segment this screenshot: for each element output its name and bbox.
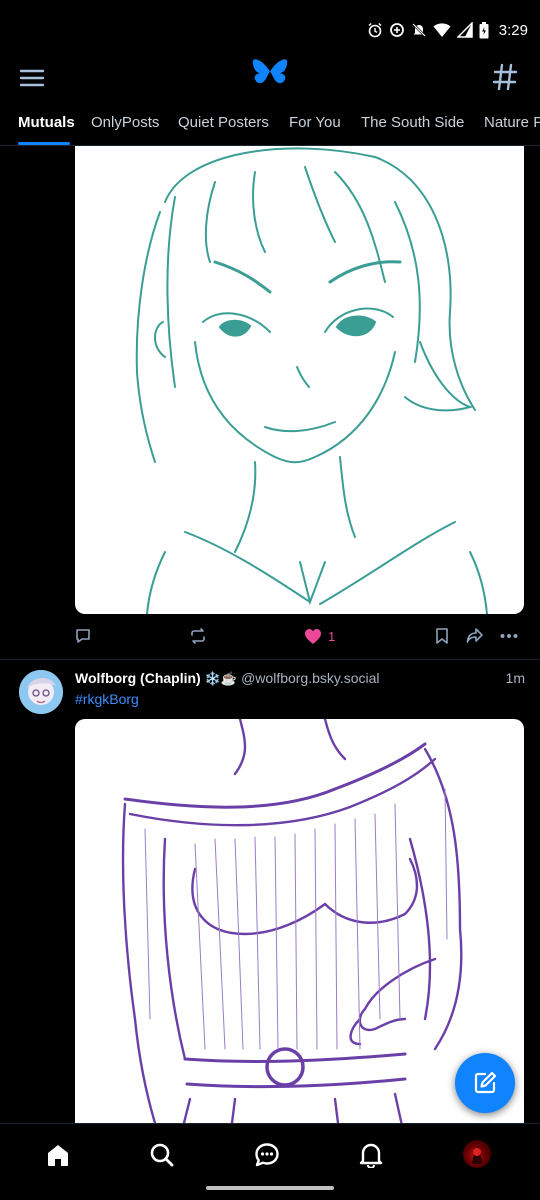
heart-icon (305, 628, 321, 644)
post-actions: 1 (0, 624, 540, 648)
post-image[interactable] (75, 146, 524, 614)
post-time[interactable]: 1m (506, 670, 525, 686)
nav-home[interactable] (43, 1140, 73, 1170)
notifications-icon (359, 1143, 383, 1168)
like-count: 1 (328, 628, 336, 644)
reply-icon (76, 629, 90, 643)
clock: 3:29 (498, 21, 528, 39)
feed: 1 Wolfborg (Chaplin) ❄️☕ @wolfborg.bsky.so… (0, 146, 540, 1123)
bell-off-icon (411, 23, 426, 37)
app-header (0, 56, 540, 100)
status-bar: 3:29 (0, 0, 540, 56)
feed-tabs: Mutuals OnlyPosts Quiet Posters For You … (0, 100, 540, 146)
post-hashtag[interactable]: #rkgkBorg (75, 691, 139, 707)
author-handle[interactable]: @wolfborg.bsky.social (241, 670, 379, 686)
share-icon (466, 628, 483, 643)
profile-avatar[interactable] (463, 1140, 491, 1168)
battery-icon (479, 21, 489, 38)
tab-nature[interactable]: Nature P (484, 114, 540, 131)
more-button[interactable] (500, 626, 518, 646)
repost-icon (191, 628, 205, 644)
bookmark-button[interactable] (434, 626, 450, 646)
profile-avatar-image (472, 1146, 482, 1164)
purple-sketch-drawing (121, 719, 463, 1123)
active-tab-indicator (18, 142, 70, 145)
search-icon (150, 1143, 174, 1167)
nav-search[interactable] (147, 1140, 177, 1170)
share-button[interactable] (466, 626, 484, 646)
hash-icon (492, 63, 518, 91)
author-avatar[interactable] (19, 670, 63, 714)
nav-notifications[interactable] (356, 1140, 386, 1170)
chat-icon (255, 1143, 279, 1167)
post-divider (0, 659, 540, 660)
author-name[interactable]: Wolfborg (Chaplin) (75, 670, 201, 686)
status-icons: 3:29 (367, 18, 528, 42)
alarm-icon (368, 22, 382, 38)
compose-button[interactable] (455, 1053, 515, 1113)
tab-mutuals[interactable]: Mutuals (18, 114, 75, 131)
signal-icon (456, 22, 473, 38)
tab-for-you[interactable]: For You (289, 114, 341, 131)
post-image[interactable] (75, 719, 524, 1123)
like-button[interactable]: 1 (304, 626, 335, 646)
tab-the-south-side[interactable]: The South Side (361, 114, 464, 131)
post-meta: Wolfborg (Chaplin) ❄️☕ @wolfborg.bsky.soci… (75, 670, 525, 690)
bookmark-icon (436, 628, 448, 644)
avatar-image (19, 670, 63, 714)
data-saver-icon (389, 23, 404, 37)
menu-button[interactable] (18, 64, 46, 92)
wifi-icon (433, 23, 451, 37)
butterfly-logo-icon (252, 59, 288, 84)
home-icon (48, 1145, 68, 1166)
more-icon (500, 634, 518, 638)
nav-chat[interactable] (252, 1140, 282, 1170)
compose-icon (474, 1071, 497, 1094)
author-emoji: ❄️☕ (204, 671, 238, 686)
tab-onlyposts[interactable]: OnlyPosts (91, 114, 159, 131)
home-indicator (206, 1186, 334, 1190)
home-logo[interactable] (252, 58, 288, 92)
feeds-button[interactable] (492, 62, 518, 92)
tab-quiet-posters[interactable]: Quiet Posters (178, 114, 269, 131)
hamburger-menu-icon (19, 69, 45, 87)
reply-button[interactable] (74, 626, 92, 646)
repost-button[interactable] (189, 626, 207, 646)
teal-sketch-drawing (135, 147, 488, 614)
